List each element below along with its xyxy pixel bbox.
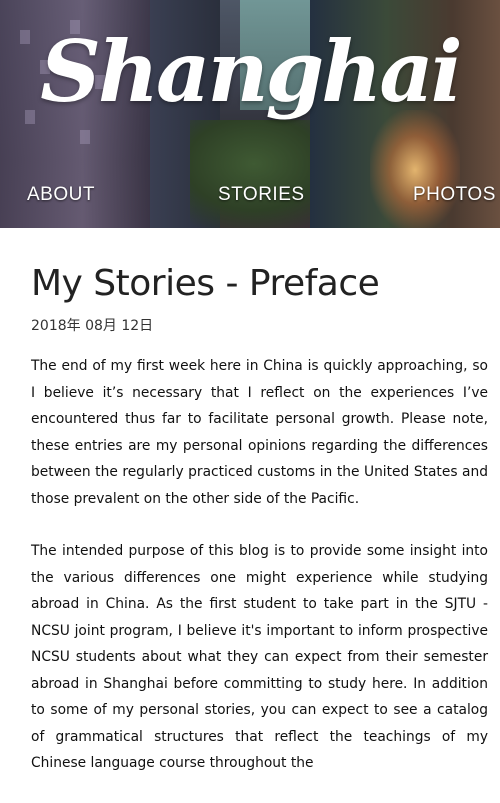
post-title: My Stories - Preface <box>31 263 380 304</box>
main-nav: ABOUT STORIES PHOTOS <box>0 184 500 214</box>
nav-stories-link[interactable]: STORIES <box>218 184 305 206</box>
post-body: The end of my first week here in China i… <box>31 353 488 803</box>
post-paragraph: The end of my first week here in China i… <box>31 358 488 507</box>
nav-about-link[interactable]: ABOUT <box>27 184 95 206</box>
site-logo[interactable]: Shanghai <box>0 22 500 121</box>
nav-photos-link[interactable]: PHOTOS <box>413 184 496 206</box>
hero-banner: Shanghai ABOUT STORIES PHOTOS <box>0 0 500 228</box>
post-header: My Stories - Preface <box>31 263 380 304</box>
post-paragraph: The intended purpose of this blog is to … <box>31 543 488 771</box>
post-date: 2018年 08月 12日 <box>31 318 154 334</box>
